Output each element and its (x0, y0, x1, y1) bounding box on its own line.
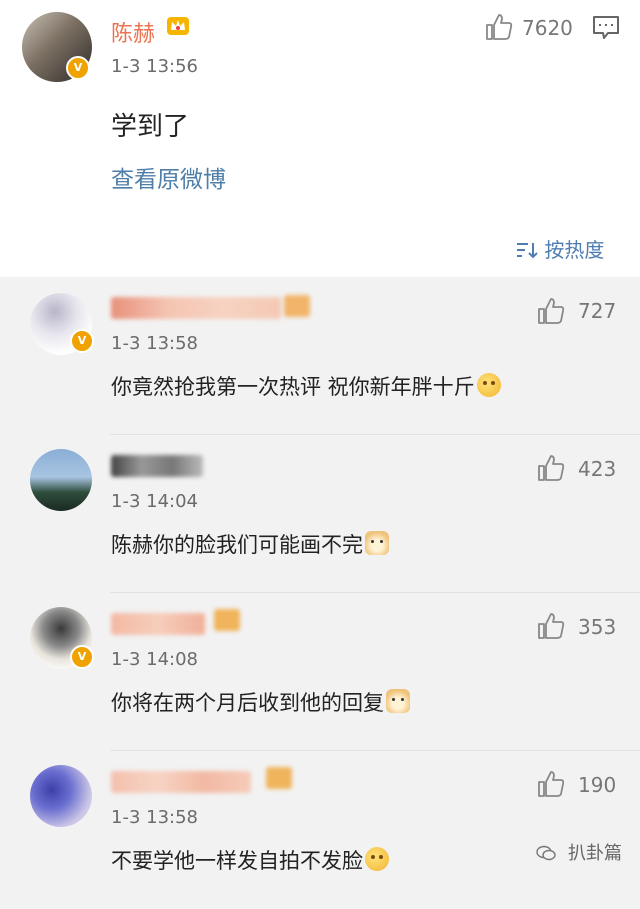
wechat-icon (536, 845, 556, 861)
watermark-text: 扒卦篇 (568, 843, 622, 864)
emoji-icon (365, 847, 389, 871)
sort-icon (517, 243, 538, 259)
emoji-icon (476, 373, 501, 397)
commenter-badge-blurred (284, 295, 310, 317)
comment-text-content: 不要学他一样发自拍不发脸 (111, 849, 363, 873)
comment-text: 你竟然抢我第一次热评 祝你新年胖十斤 (111, 371, 501, 401)
sort-toggle[interactable]: 按热度 (516, 234, 604, 263)
like-icon[interactable] (484, 12, 514, 42)
verified-badge-icon: V (70, 645, 94, 669)
like-icon[interactable] (536, 296, 566, 326)
like-icon[interactable] (536, 611, 566, 641)
comment-text: 陈赫你的脸我们可能画不完 (111, 529, 389, 559)
verified-badge-icon: V (66, 56, 90, 80)
comment-text: 你将在两个月后收到他的回复 (111, 687, 410, 717)
comment-text-content: 你将在两个月后收到他的回复 (111, 691, 384, 715)
sort-label: 按热度 (544, 238, 605, 262)
commenter-name-blurred[interactable] (111, 455, 203, 477)
doge-emoji-icon (365, 531, 389, 555)
post-content: 学到了 (111, 112, 190, 142)
like-icon[interactable] (536, 453, 566, 483)
commenter-name-blurred[interactable] (111, 771, 251, 793)
comment-item: V 353 1-3 14:08 你将在两个月后收到他的回复 (0, 593, 640, 751)
comment-text-content: 陈赫你的脸我们可能画不完 (111, 533, 363, 557)
comment-text-content: 你竟然抢我第一次热评 祝你新年胖十斤 (111, 375, 475, 399)
view-original-link[interactable]: 查看原微博 (111, 160, 226, 194)
commenter-name-blurred[interactable] (111, 297, 281, 319)
author-name[interactable]: 陈赫 (111, 16, 155, 48)
watermark: 扒卦篇 (536, 839, 622, 865)
comment-item: V 727 1-3 13:58 你竟然抢我第一次热评 祝你新年胖十斤 (0, 277, 640, 435)
comment-time: 1-3 14:04 (111, 491, 198, 512)
comment-item: 423 1-3 14:04 陈赫你的脸我们可能画不完 (0, 435, 640, 593)
like-icon[interactable] (536, 769, 566, 799)
comment-like-count: 190 (578, 773, 617, 797)
comment-like-count: 423 (578, 457, 617, 481)
comment-time: 1-3 13:58 (111, 333, 198, 354)
crown-icon (167, 17, 189, 35)
commenter-badge-blurred (214, 609, 240, 631)
comment-time: 1-3 14:08 (111, 649, 198, 670)
post-time: 1-3 13:56 (111, 56, 198, 77)
commenter-name-blurred[interactable] (111, 613, 205, 635)
commenter-avatar[interactable] (30, 765, 92, 827)
comment-like-count: 353 (578, 615, 617, 639)
comment-item: 190 1-3 13:58 不要学他一样发自拍不发脸 (0, 751, 640, 909)
commenter-avatar[interactable] (30, 449, 92, 511)
verified-badge-icon: V (70, 329, 94, 353)
post-card: V 陈赫 1-3 13:56 7620 学到了 查看原微博 按热度 (0, 0, 640, 277)
comment-icon[interactable] (592, 15, 620, 41)
comment-like-count: 727 (578, 299, 617, 323)
comment-text: 不要学他一样发自拍不发脸 (111, 845, 389, 875)
doge-emoji-icon (386, 689, 410, 713)
commenter-badge-blurred (266, 767, 292, 789)
comment-time: 1-3 13:58 (111, 807, 198, 828)
post-like-count: 7620 (522, 16, 573, 40)
